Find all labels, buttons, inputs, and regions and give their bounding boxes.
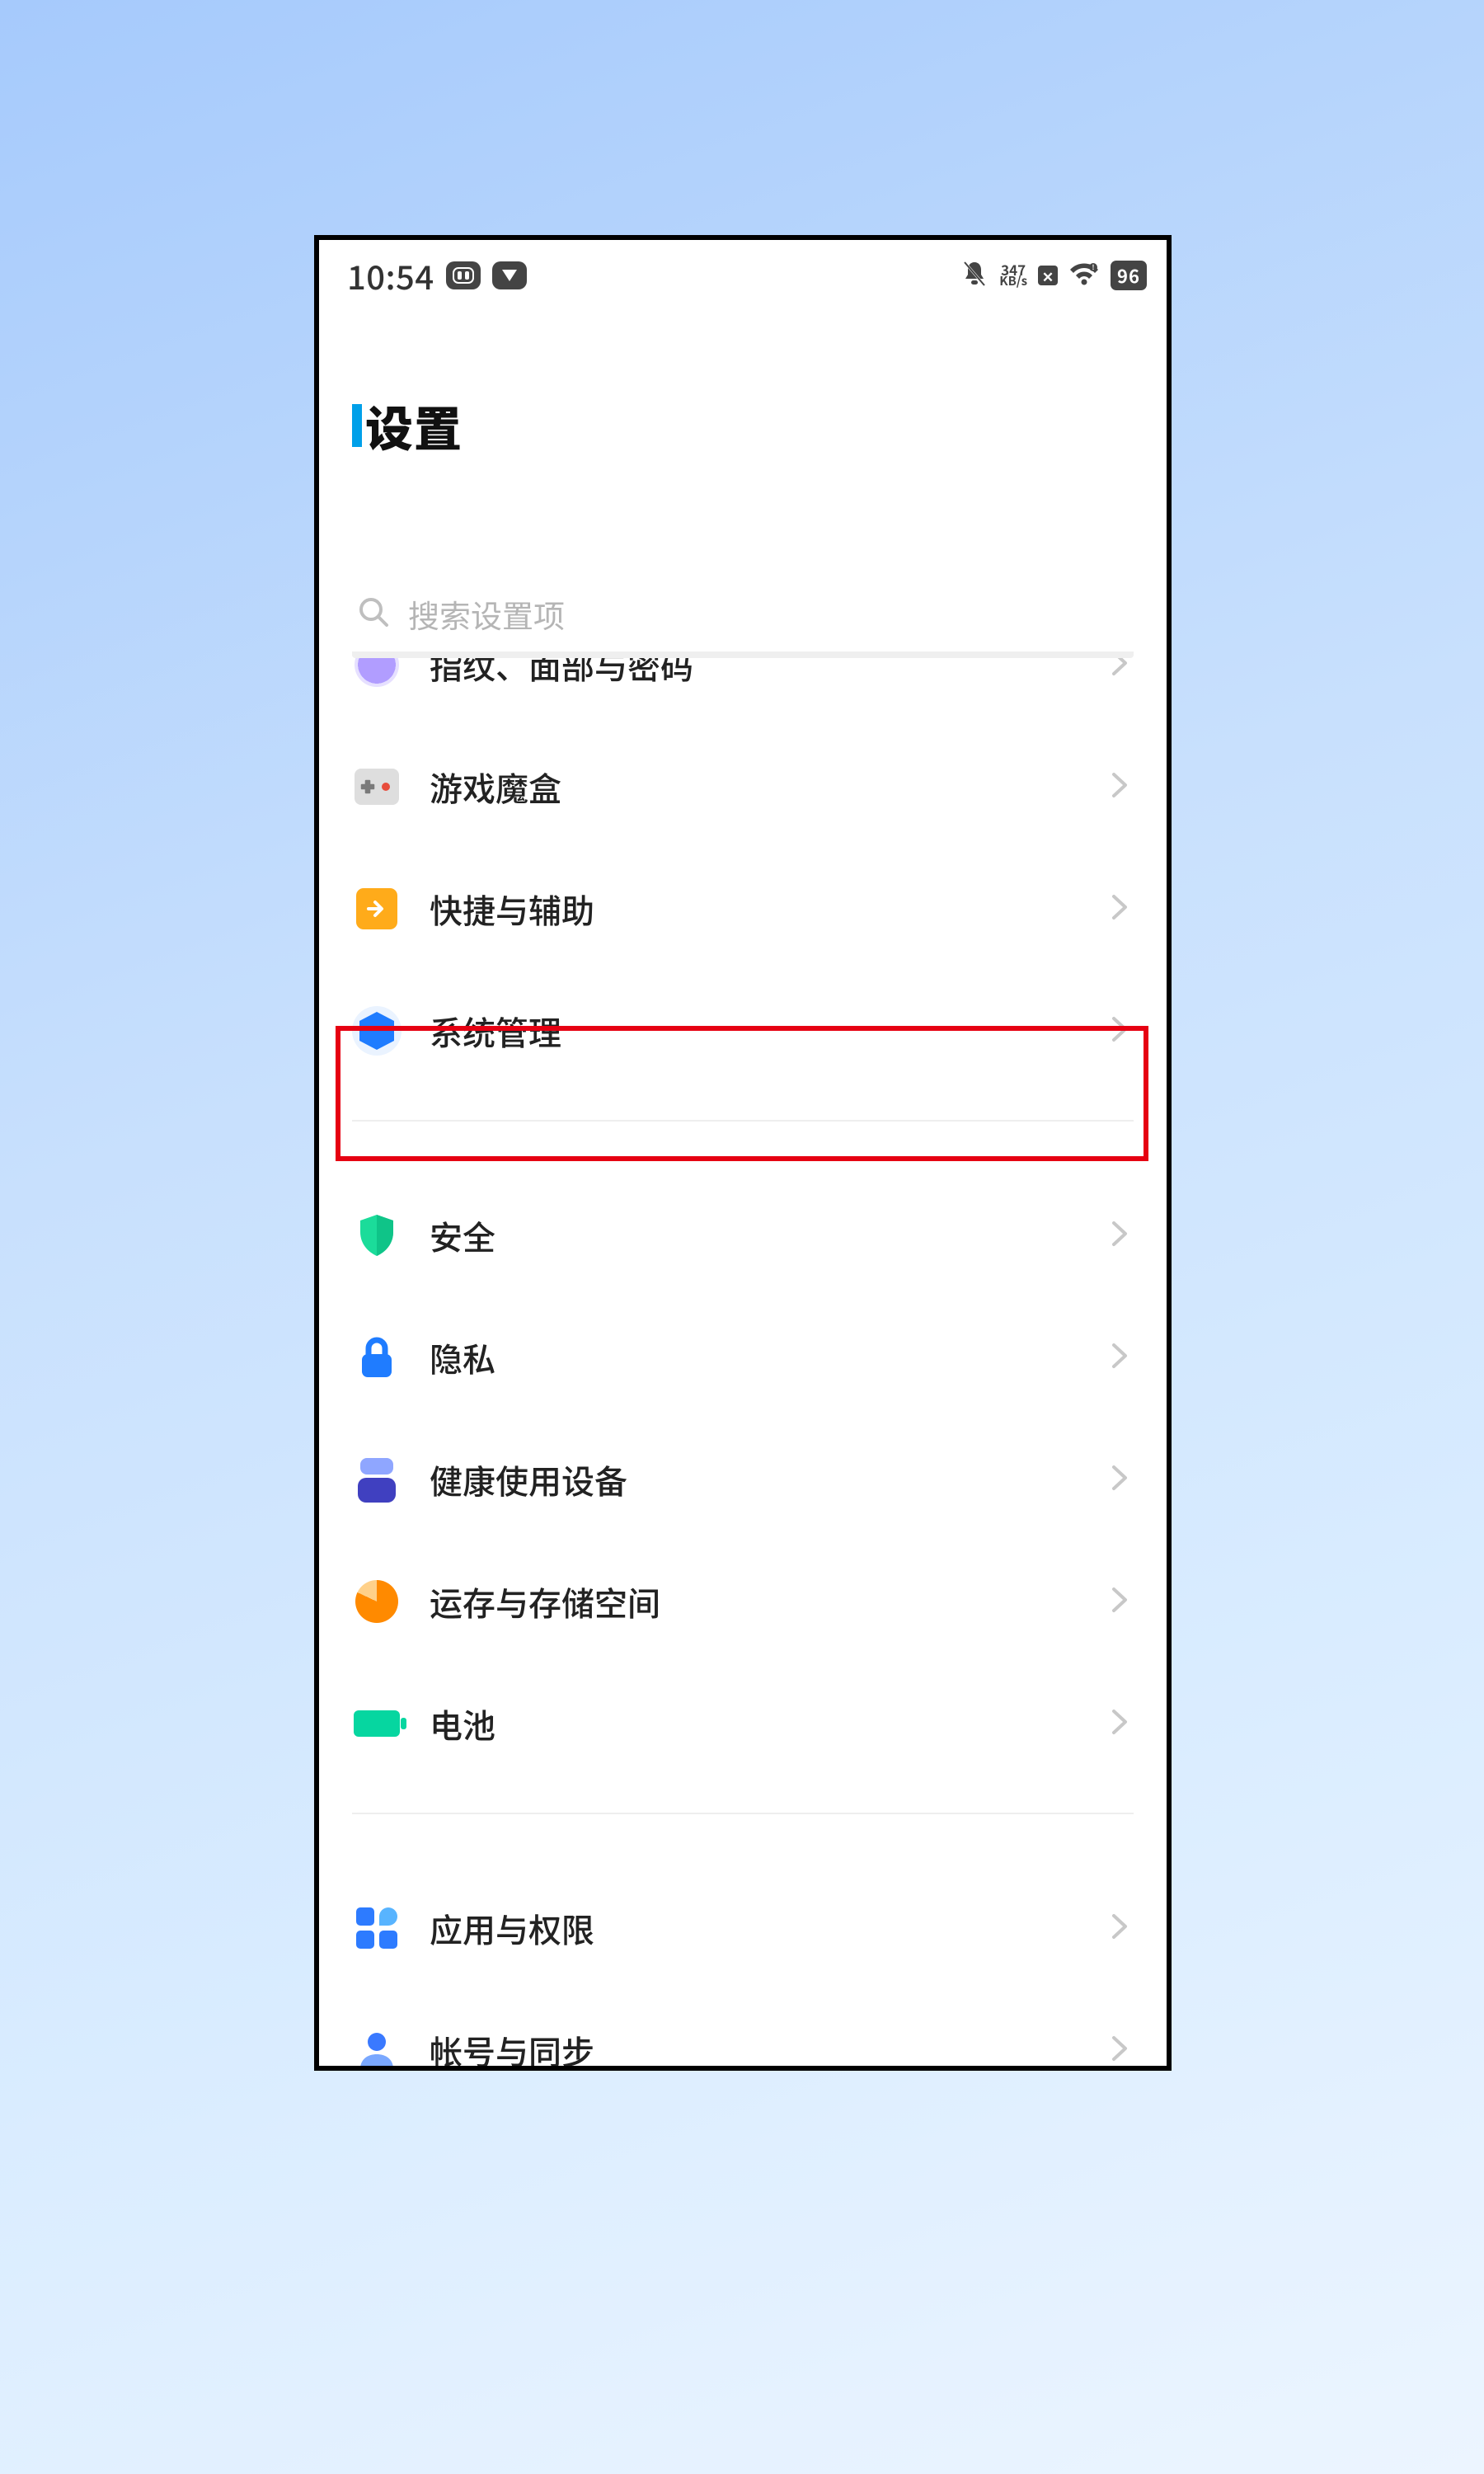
row-label: 健康使用设备 xyxy=(430,1456,1082,1503)
svg-text:!: ! xyxy=(1092,263,1095,272)
status-right: 347 KB/s ✕ ! 96 xyxy=(960,259,1147,293)
row-label: 运存与存储空间 xyxy=(430,1578,1082,1625)
network-unit: KB/s xyxy=(999,276,1027,287)
system-icon xyxy=(352,1006,402,1056)
battery-level: 96 xyxy=(1111,261,1147,290)
chevron-right-icon xyxy=(1111,1464,1129,1496)
row-label: 应用与权限 xyxy=(430,1904,1082,1952)
lock-icon xyxy=(352,1333,402,1382)
title-accent xyxy=(352,404,362,447)
storage-icon xyxy=(352,1577,402,1626)
row-label: 电池 xyxy=(430,1700,1082,1747)
row-label: 帐号与同步 xyxy=(430,2026,1082,2067)
chevron-right-icon xyxy=(1111,1342,1129,1374)
row-storage[interactable]: 运存与存储空间 xyxy=(319,1540,1167,1663)
row-apps[interactable]: 应用与权限 xyxy=(319,1867,1167,1989)
status-time: 10:54 xyxy=(347,252,434,299)
account-icon xyxy=(352,2025,402,2067)
chevron-right-icon xyxy=(1111,1015,1129,1047)
row-gamebox[interactable]: 游戏魔盒 xyxy=(319,726,1167,848)
status-left: 10:54 xyxy=(347,252,527,299)
section-divider xyxy=(352,1120,1134,1122)
row-account[interactable]: 帐号与同步 xyxy=(319,1989,1167,2067)
settings-list[interactable]: 指纹、面部与密码 游戏魔盒 快捷与辅助 xyxy=(319,658,1167,2067)
row-security[interactable]: 安全 xyxy=(319,1174,1167,1296)
battery-icon xyxy=(352,1699,402,1748)
row-system[interactable]: 系统管理 xyxy=(319,970,1167,1092)
search-icon xyxy=(357,595,390,633)
search-input[interactable]: 搜索设置项 xyxy=(352,584,1134,658)
chevron-right-icon xyxy=(1111,2034,1129,2067)
status-app-icon-1 xyxy=(446,261,481,289)
row-label: 安全 xyxy=(430,1211,1082,1259)
no-sim-icon: ✕ xyxy=(1038,266,1058,285)
section-divider xyxy=(352,1813,1134,1814)
row-label: 指纹、面部与密码 xyxy=(430,658,1082,689)
status-app-icon-2 xyxy=(492,261,527,289)
chevron-right-icon xyxy=(1111,1708,1129,1740)
search-placeholder: 搜索设置项 xyxy=(408,591,565,637)
fingerprint-icon xyxy=(352,658,402,689)
apps-icon xyxy=(352,1903,402,1953)
chevron-right-icon xyxy=(1111,658,1129,681)
page-header: 设置 xyxy=(319,311,1167,460)
row-battery[interactable]: 电池 xyxy=(319,1663,1167,1785)
row-label: 系统管理 xyxy=(430,1007,1082,1055)
row-label: 游戏魔盒 xyxy=(430,763,1082,811)
row-label: 快捷与辅助 xyxy=(430,885,1082,933)
chevron-right-icon xyxy=(1111,1220,1129,1252)
row-label: 隐私 xyxy=(430,1333,1082,1381)
shortcut-icon xyxy=(352,884,402,934)
status-bar: 10:54 347 KB/s ✕ xyxy=(319,240,1167,311)
network-speed: 347 KB/s xyxy=(999,264,1027,286)
row-health[interactable]: 健康使用设备 xyxy=(319,1418,1167,1540)
search-wrap: 搜索设置项 xyxy=(319,460,1167,658)
shield-icon xyxy=(352,1211,402,1260)
mute-icon xyxy=(960,259,989,293)
page-title: 设置 xyxy=(365,391,463,460)
row-privacy[interactable]: 隐私 xyxy=(319,1296,1167,1418)
chevron-right-icon xyxy=(1111,1586,1129,1618)
row-shortcut[interactable]: 快捷与辅助 xyxy=(319,848,1167,970)
chevron-right-icon xyxy=(1111,893,1129,925)
gamepad-icon xyxy=(352,762,402,811)
health-icon xyxy=(352,1455,402,1504)
row-biometrics[interactable]: 指纹、面部与密码 xyxy=(319,658,1167,726)
chevron-right-icon xyxy=(1111,771,1129,803)
chevron-right-icon xyxy=(1111,1912,1129,1945)
phone-frame: 10:54 347 KB/s ✕ xyxy=(314,235,1172,2071)
wifi-icon: ! xyxy=(1068,261,1100,290)
